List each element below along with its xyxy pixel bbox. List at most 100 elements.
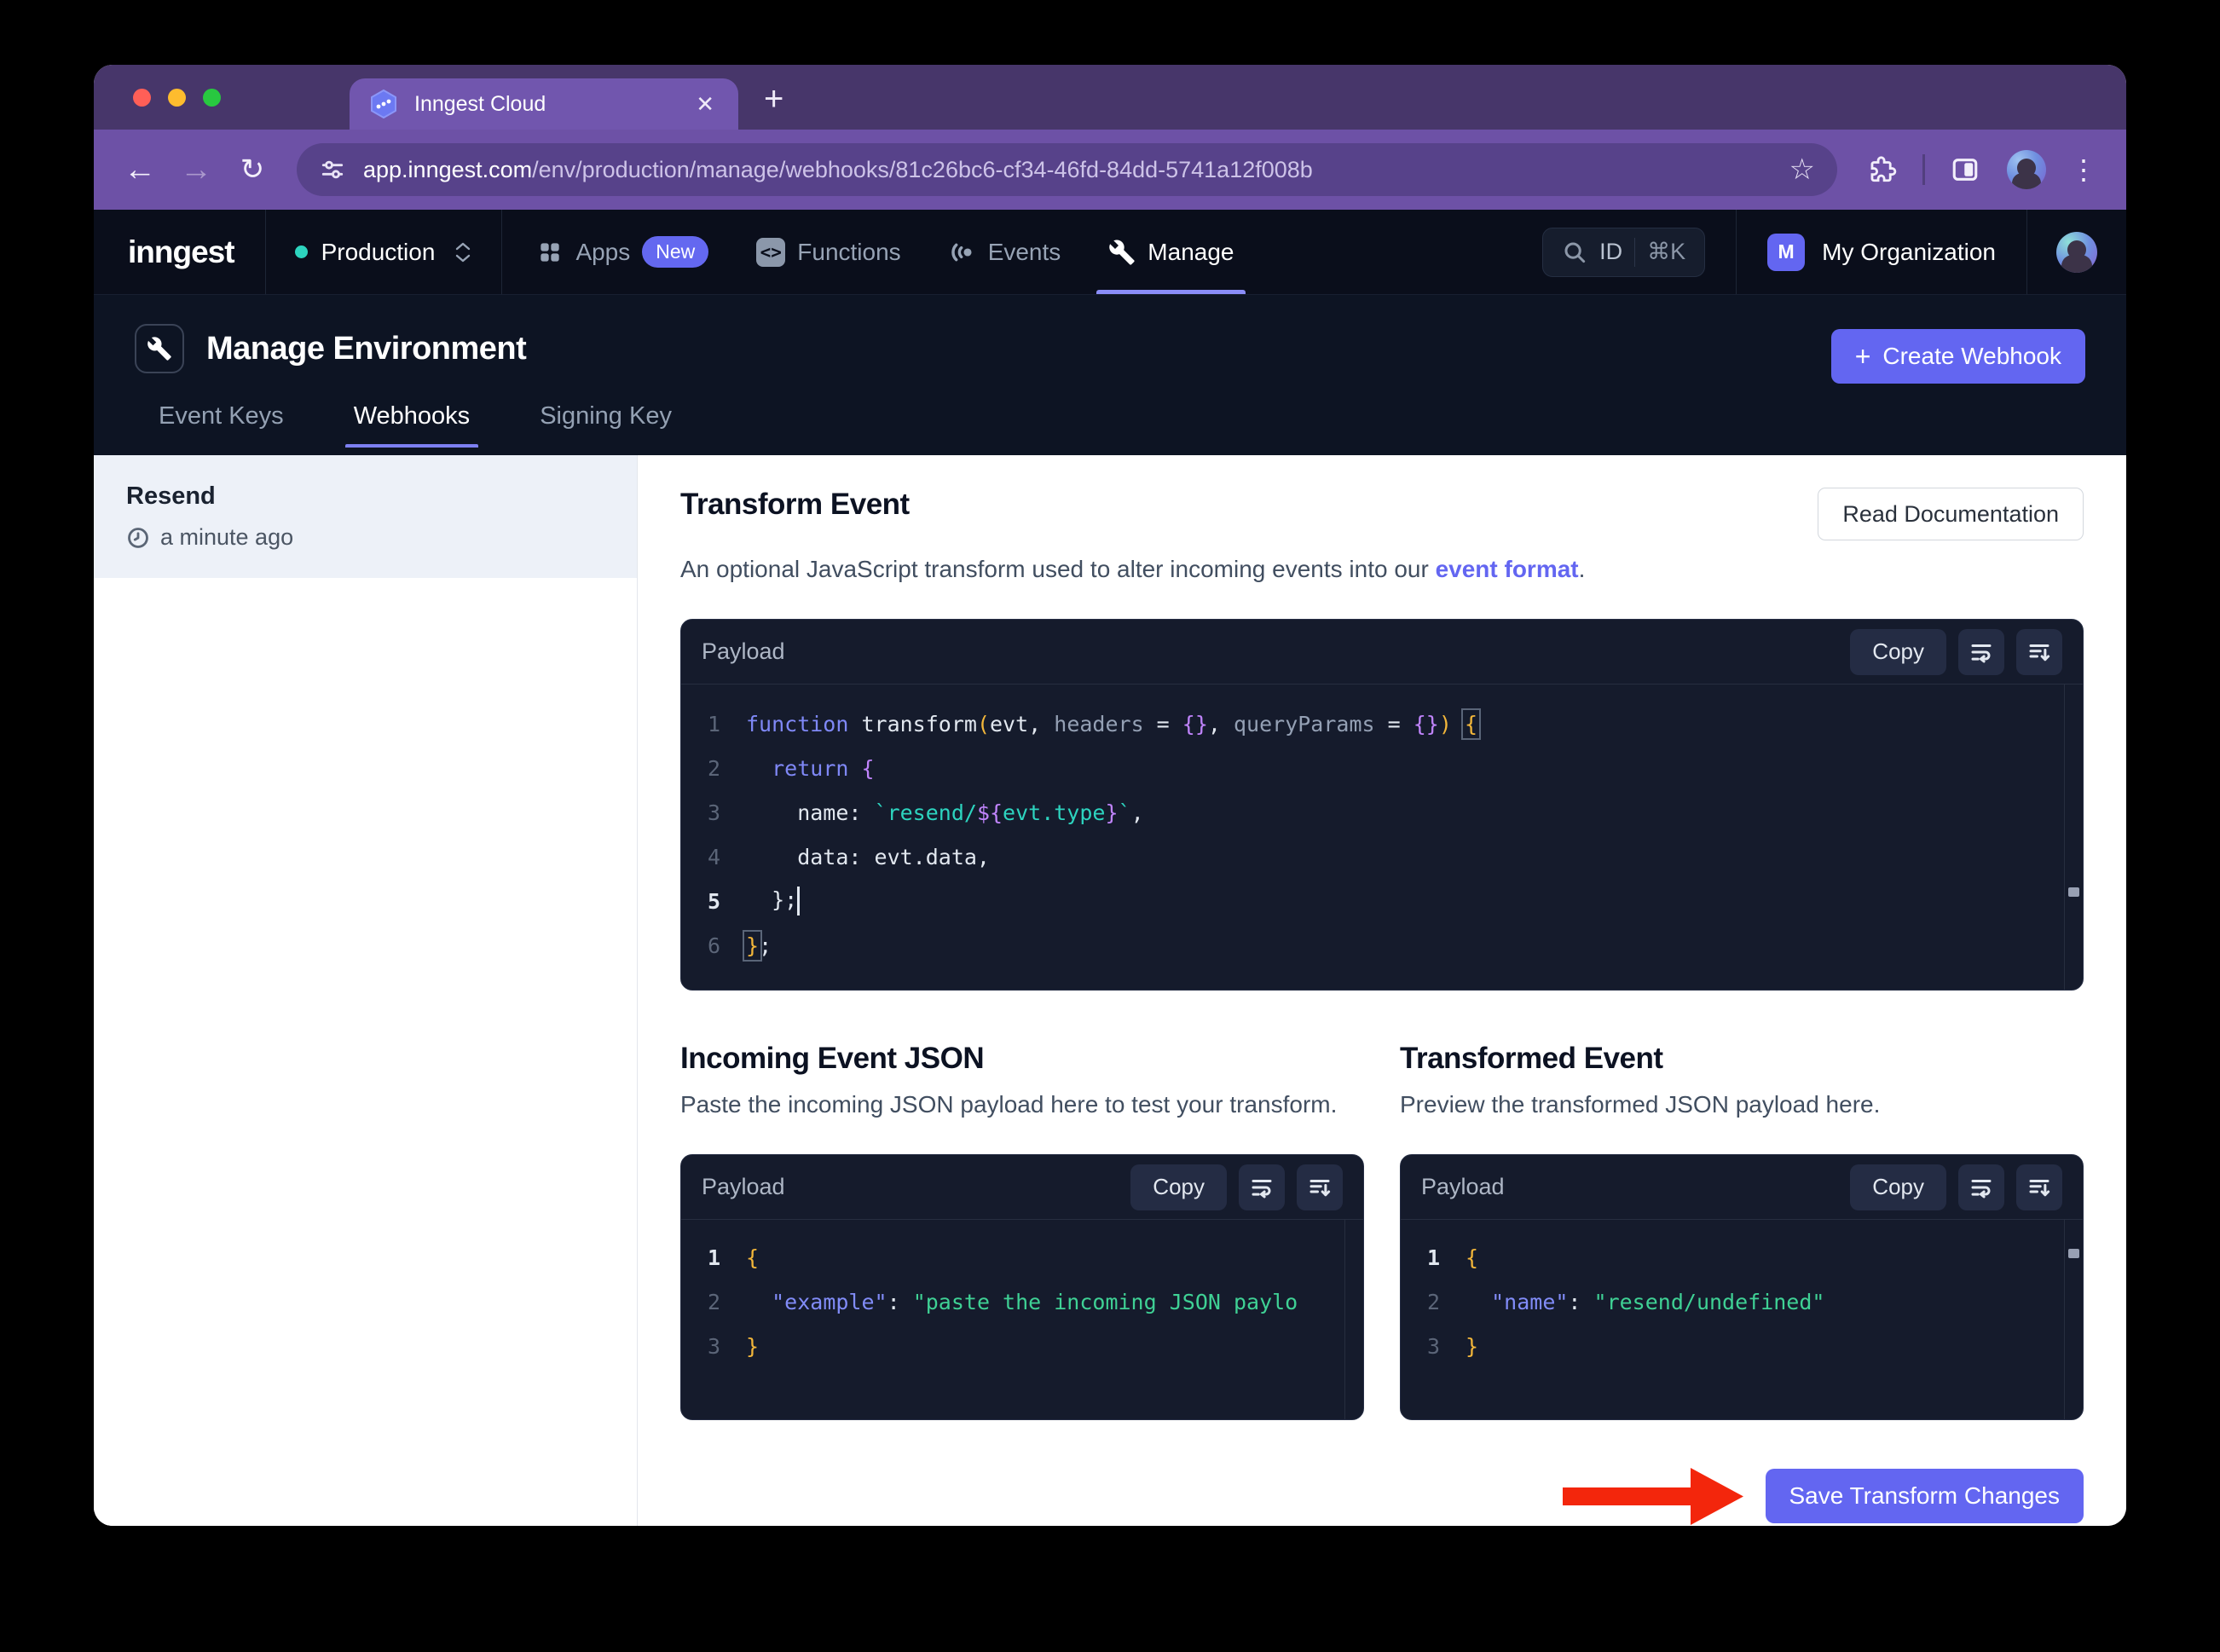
- format-code-button[interactable]: [2016, 628, 2062, 675]
- code-line: 3}: [681, 1324, 1363, 1368]
- nav-item-label: Apps: [575, 238, 631, 265]
- search-icon: [1564, 242, 1586, 263]
- new-tab-button[interactable]: +: [764, 73, 783, 124]
- transformed-event-title: Transformed Event: [1400, 1042, 1663, 1075]
- environment-tabs: Event Keys Webhooks Signing Key: [135, 402, 2085, 448]
- toolbar-separator: [1922, 154, 1925, 185]
- app-nav-right: ID ⌘K M My Organization: [1542, 210, 2126, 294]
- read-documentation-button[interactable]: Read Documentation: [1818, 488, 2084, 540]
- transformed-json-viewer: Payload Copy 1 {2 "name": "resend/undef…: [1400, 1154, 2084, 1420]
- editor-header: Payload Copy: [1401, 1155, 2083, 1220]
- incoming-json-code-area[interactable]: 1{2 "example": "paste the incoming JSON …: [681, 1220, 1363, 1368]
- copy-button[interactable]: Copy: [1850, 1164, 1946, 1210]
- tab-webhooks[interactable]: Webhooks: [344, 402, 479, 448]
- nav-item-manage[interactable]: Manage: [1096, 210, 1246, 294]
- url-path: /env/production/manage/webhooks/81c26bc6…: [532, 156, 1313, 182]
- editor-code-area[interactable]: 1 function transform(evt, headers = {}, q…: [681, 684, 2083, 968]
- word-wrap-icon: [1971, 644, 1992, 662]
- code-line: 2 "name": "resend/undefined": [1401, 1279, 2083, 1324]
- nav-item-apps[interactable]: Apps New: [536, 210, 709, 294]
- scrollbar-thumb[interactable]: [2068, 887, 2079, 897]
- copy-button[interactable]: Copy: [1850, 628, 1946, 675]
- format-code-button[interactable]: [2016, 1164, 2062, 1210]
- inngest-logo[interactable]: inngest: [128, 234, 265, 270]
- wrench-icon: [1109, 239, 1135, 265]
- webhook-list-item-resend[interactable]: Resend a minute ago: [94, 455, 637, 578]
- forward-button[interactable]: →: [172, 152, 220, 188]
- nav-item-functions[interactable]: <> Functions: [756, 210, 901, 294]
- site-settings-icon[interactable]: [319, 156, 346, 183]
- reload-button[interactable]: ↻: [228, 153, 276, 187]
- payload-label: Payload: [702, 638, 785, 664]
- events-icon: [951, 243, 972, 261]
- browser-profile-avatar[interactable]: [2007, 150, 2046, 189]
- save-transform-changes-button[interactable]: Save Transform Changes: [1765, 1469, 2084, 1523]
- line-number: 2: [1426, 1289, 1440, 1314]
- code-line: 3}: [1401, 1324, 2083, 1368]
- address-bar[interactable]: app.inngest.com/env/production/manage/we…: [297, 143, 1837, 196]
- editor-scrollbar: [1344, 1220, 1363, 1419]
- save-row: Save Transform Changes: [680, 1463, 2084, 1526]
- url-host: app.inngest.com: [363, 156, 533, 182]
- tab-signing-key[interactable]: Signing Key: [531, 402, 680, 448]
- code-line: 6};: [681, 923, 2083, 968]
- tab-event-keys[interactable]: Event Keys: [150, 402, 292, 448]
- word-wrap-icon: [1971, 1179, 1992, 1198]
- word-wrap-icon: [1252, 1179, 1272, 1198]
- minimize-window-button[interactable]: [168, 89, 186, 107]
- line-number: 5: [707, 888, 720, 914]
- tab-close-icon[interactable]: ✕: [691, 91, 720, 118]
- description-text: An optional JavaScript transform used to…: [680, 556, 1436, 582]
- word-wrap-button[interactable]: [1239, 1164, 1285, 1210]
- app-nav: inngest Production Apps New <> Functions…: [94, 210, 2126, 295]
- manage-environment-header: Manage Environment + Create Webhook Even…: [94, 295, 2126, 455]
- browser-menu-icon[interactable]: ⋮: [2070, 153, 2097, 186]
- inngest-favicon: [371, 90, 396, 118]
- side-panel-icon[interactable]: [1951, 155, 1980, 184]
- word-wrap-button[interactable]: [1958, 1164, 2004, 1210]
- copy-button[interactable]: Copy: [1130, 1164, 1227, 1210]
- code-line: 2 return {: [681, 746, 2083, 790]
- bookmark-star-icon[interactable]: ☆: [1789, 153, 1815, 187]
- url-text: app.inngest.com/env/production/manage/we…: [363, 157, 1776, 183]
- code-line: 3 name: `resend/${evt.type}`,: [681, 790, 2083, 835]
- editor-scrollbar: [2064, 684, 2083, 990]
- format-code-button[interactable]: [1297, 1164, 1343, 1210]
- code-line: 1 function transform(evt, headers = {}, q…: [681, 702, 2083, 746]
- nav-item-events[interactable]: Events: [949, 210, 1061, 294]
- extensions-icon[interactable]: [1868, 155, 1897, 184]
- line-number: 3: [707, 800, 720, 825]
- main-panel: Transform Event Read Documentation An op…: [638, 455, 2126, 1526]
- webhook-name: Resend: [126, 482, 216, 510]
- tab-title: Inngest Cloud: [414, 91, 546, 116]
- env-name: Production: [321, 238, 436, 265]
- description-period: .: [1578, 556, 1586, 582]
- word-wrap-button[interactable]: [1958, 628, 2004, 675]
- red-annotation-arrow: [1562, 1468, 1743, 1525]
- browser-tab[interactable]: Inngest Cloud ✕: [350, 78, 738, 130]
- transformed-event-column: Transformed Event Preview the transforme…: [1400, 1042, 2084, 1420]
- payload-label: Payload: [1421, 1174, 1505, 1199]
- webhook-updated-time: a minute ago: [160, 524, 294, 550]
- back-button[interactable]: ←: [116, 152, 164, 188]
- close-window-button[interactable]: [133, 89, 151, 107]
- webhooks-sidebar: Resend a minute ago: [94, 455, 638, 1526]
- event-format-link[interactable]: event format: [1436, 556, 1579, 582]
- manage-icon-box: [135, 324, 184, 373]
- code-line: 1{: [1401, 1235, 2083, 1279]
- create-webhook-button[interactable]: + Create Webhook: [1830, 329, 2085, 384]
- transform-event-title: Transform Event: [680, 488, 910, 521]
- user-avatar[interactable]: [2056, 231, 2097, 273]
- traffic-lights: [133, 89, 221, 107]
- nav-item-label: Events: [987, 238, 1061, 265]
- environment-switcher[interactable]: Production: [266, 210, 502, 294]
- search-shortcut[interactable]: ID ⌘K: [1542, 227, 1706, 277]
- payload-label: Payload: [702, 1174, 785, 1199]
- org-switcher[interactable]: M My Organization: [1737, 210, 2026, 294]
- save-transform-changes-label: Save Transform Changes: [1789, 1482, 2061, 1509]
- transformed-json-code-area[interactable]: 1{2 "name": "resend/undefined" 3}: [1401, 1220, 2083, 1368]
- scrollbar-thumb[interactable]: [2068, 1249, 2079, 1258]
- zoom-window-button[interactable]: [203, 89, 221, 107]
- new-badge: New: [642, 236, 709, 268]
- nav-item-label: Functions: [797, 238, 901, 265]
